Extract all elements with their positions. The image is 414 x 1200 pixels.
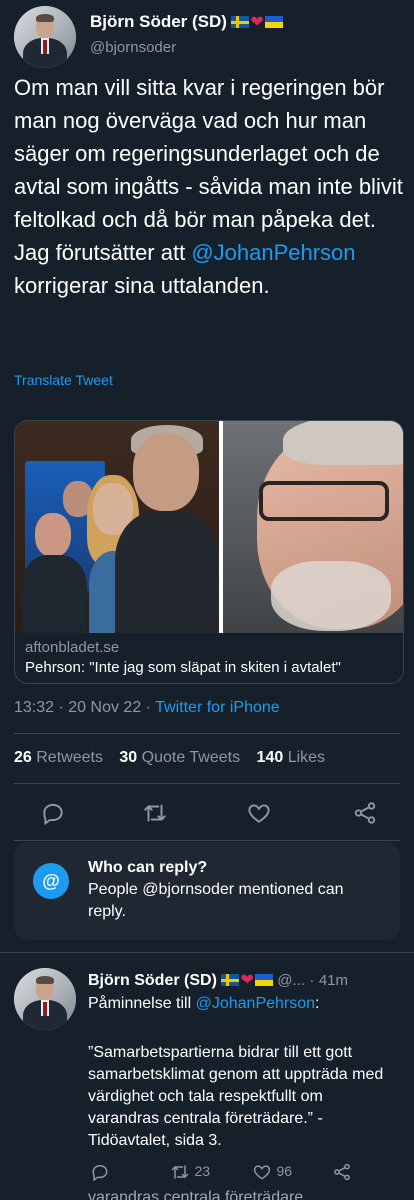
link-card[interactable]: aftonbladet.se Pehrson: "Inte jag som sl… <box>14 420 404 684</box>
author-handle[interactable]: @bjornsoder <box>90 39 176 56</box>
tweet-mention-link[interactable]: @JohanPehrson <box>191 240 355 265</box>
reply-icon <box>92 1164 108 1182</box>
retweets-label: Retweets <box>36 749 103 766</box>
translate-tweet-link[interactable]: Translate Tweet <box>14 372 113 388</box>
likes-count: 140 <box>256 749 284 766</box>
author-name[interactable]: Björn Söder (SD) <box>90 12 227 31</box>
portrait-photo <box>223 421 403 633</box>
retweet-icon <box>171 1165 189 1179</box>
author-name-line[interactable]: Björn Söder (SD) ❤ <box>90 12 283 32</box>
who-can-reply-title: Who can reply? <box>88 859 208 876</box>
link-card-image <box>15 421 403 633</box>
reply-action-like[interactable]: 96 <box>252 1162 292 1182</box>
link-card-title: Pehrson: "Inte jag som släpat in skiten … <box>25 659 341 676</box>
reply-separator: · <box>309 972 315 989</box>
reply-quote-text: ”Samarbetspartierna bidrar till ett gott… <box>88 1044 384 1149</box>
reply-author-avatar[interactable] <box>14 968 76 1030</box>
meta-separator: · <box>145 699 151 716</box>
tweet-stats: 26 Retweets 30 Quote Tweets 140 Likes <box>14 749 325 767</box>
tweet-text-after: korrigerar sina uttalanden. <box>14 273 270 298</box>
tweet-text: Om man vill sitta kvar i regeringen bör … <box>14 71 404 302</box>
quotes-label: Quote Tweets <box>141 749 241 766</box>
likes-stat[interactable]: 140 Likes <box>257 749 326 766</box>
share-icon <box>334 1163 350 1181</box>
tweet-text-before: Om man vill sitta kvar i regeringen bör … <box>14 75 403 265</box>
reply-intro: Påminnelse till @JohanPehrson: <box>88 993 404 1015</box>
reply-author-name[interactable]: Björn Söder (SD) <box>88 972 217 989</box>
likes-label: Likes <box>287 749 326 766</box>
press-conference-photo <box>15 421 219 633</box>
heart-icon[interactable] <box>246 800 272 826</box>
retweets-count: 26 <box>14 749 32 766</box>
reply-author-handle[interactable]: @... <box>277 972 305 989</box>
quotes-count: 30 <box>119 749 138 766</box>
reply-action-reply[interactable] <box>90 1162 110 1182</box>
swedish-flag-icon <box>231 16 250 28</box>
tweet-time: 13:32 <box>14 699 55 716</box>
reply-action-share[interactable] <box>332 1162 352 1182</box>
reply-action-retweet[interactable]: 23 <box>170 1162 210 1182</box>
retweets-stat[interactable]: 26 Retweets <box>14 749 103 766</box>
who-can-reply-box: @ Who can reply? People @bjornsoder ment… <box>14 842 400 940</box>
reply-suffix: : <box>315 995 320 1012</box>
quotes-stat[interactable]: 30 Quote Tweets <box>119 749 240 766</box>
retweet-icon[interactable] <box>142 800 168 826</box>
tweet-meta: 13:32 · 20 Nov 22 · Twitter for iPhone <box>14 699 280 717</box>
reply-mention-link[interactable]: @JohanPehrson <box>196 995 315 1012</box>
link-card-domain: aftonbladet.se <box>25 639 120 656</box>
heart-emoji-icon: ❤ <box>240 972 254 989</box>
share-icon[interactable] <box>352 800 378 826</box>
overflow-text-fragment: varandras centrala företrädare. <box>88 1189 308 1200</box>
divider <box>14 840 400 841</box>
reply-retweet-count: 23 <box>194 1163 211 1180</box>
meta-separator: · <box>58 699 64 716</box>
tweet-source-link[interactable]: Twitter for iPhone <box>155 699 280 716</box>
divider <box>14 783 400 784</box>
author-avatar[interactable] <box>14 6 76 68</box>
reply-time[interactable]: 41m <box>319 972 348 989</box>
reply-like-count: 96 <box>276 1163 293 1180</box>
swedish-flag-icon <box>221 974 240 986</box>
who-can-reply-body: People @bjornsoder mentioned can reply. <box>88 881 344 920</box>
ukrainian-flag-icon <box>254 974 273 986</box>
heart-icon <box>253 1165 271 1180</box>
divider <box>0 952 414 953</box>
reply-header: Björn Söder (SD) ❤ @... · 41m <box>88 970 406 990</box>
heart-emoji-icon: ❤ <box>250 14 264 31</box>
at-sign-icon: @ <box>33 863 69 899</box>
reply-prefix: Påminnelse till <box>88 995 196 1012</box>
tweet-date: 20 Nov 22 <box>68 699 142 716</box>
reply-icon[interactable] <box>40 800 66 826</box>
ukrainian-flag-icon <box>264 16 283 28</box>
divider <box>14 733 400 734</box>
